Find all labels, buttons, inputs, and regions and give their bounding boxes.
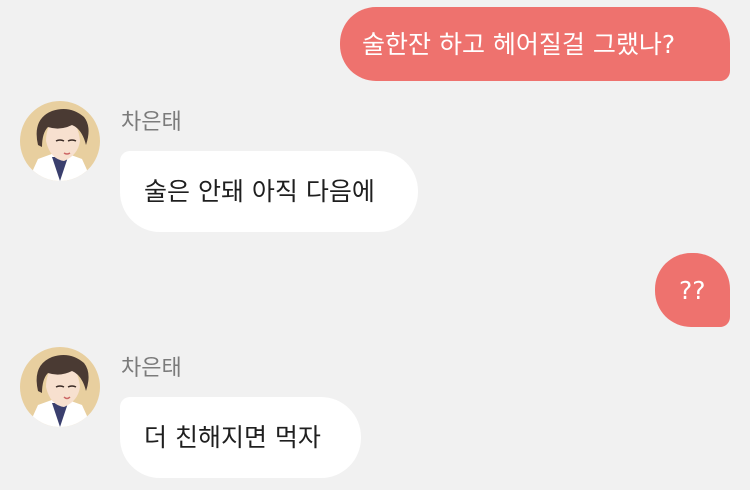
portrait-avatar-icon	[20, 101, 100, 181]
message-bubble-received[interactable]: 술은 안돼 아직 다음에	[120, 151, 418, 232]
sender-avatar[interactable]	[20, 101, 100, 181]
sender-avatar[interactable]	[20, 347, 100, 427]
message-text: 더 친해지면 먹자	[144, 423, 321, 452]
message-bubble-sent[interactable]: 술한잔 하고 헤어질걸 그랬나?	[340, 7, 730, 81]
message-text: 술한잔 하고 헤어질걸 그랬나?	[362, 29, 676, 59]
message-text: ??	[679, 275, 706, 305]
message-bubble-received[interactable]: 더 친해지면 먹자	[120, 397, 361, 478]
message-bubble-sent[interactable]: ??	[655, 253, 730, 327]
portrait-avatar-icon	[20, 347, 100, 427]
sender-name: 차은태	[121, 110, 182, 135]
message-text: 술은 안돼 아직 다음에	[144, 177, 375, 206]
sender-name: 차은태	[121, 356, 182, 381]
